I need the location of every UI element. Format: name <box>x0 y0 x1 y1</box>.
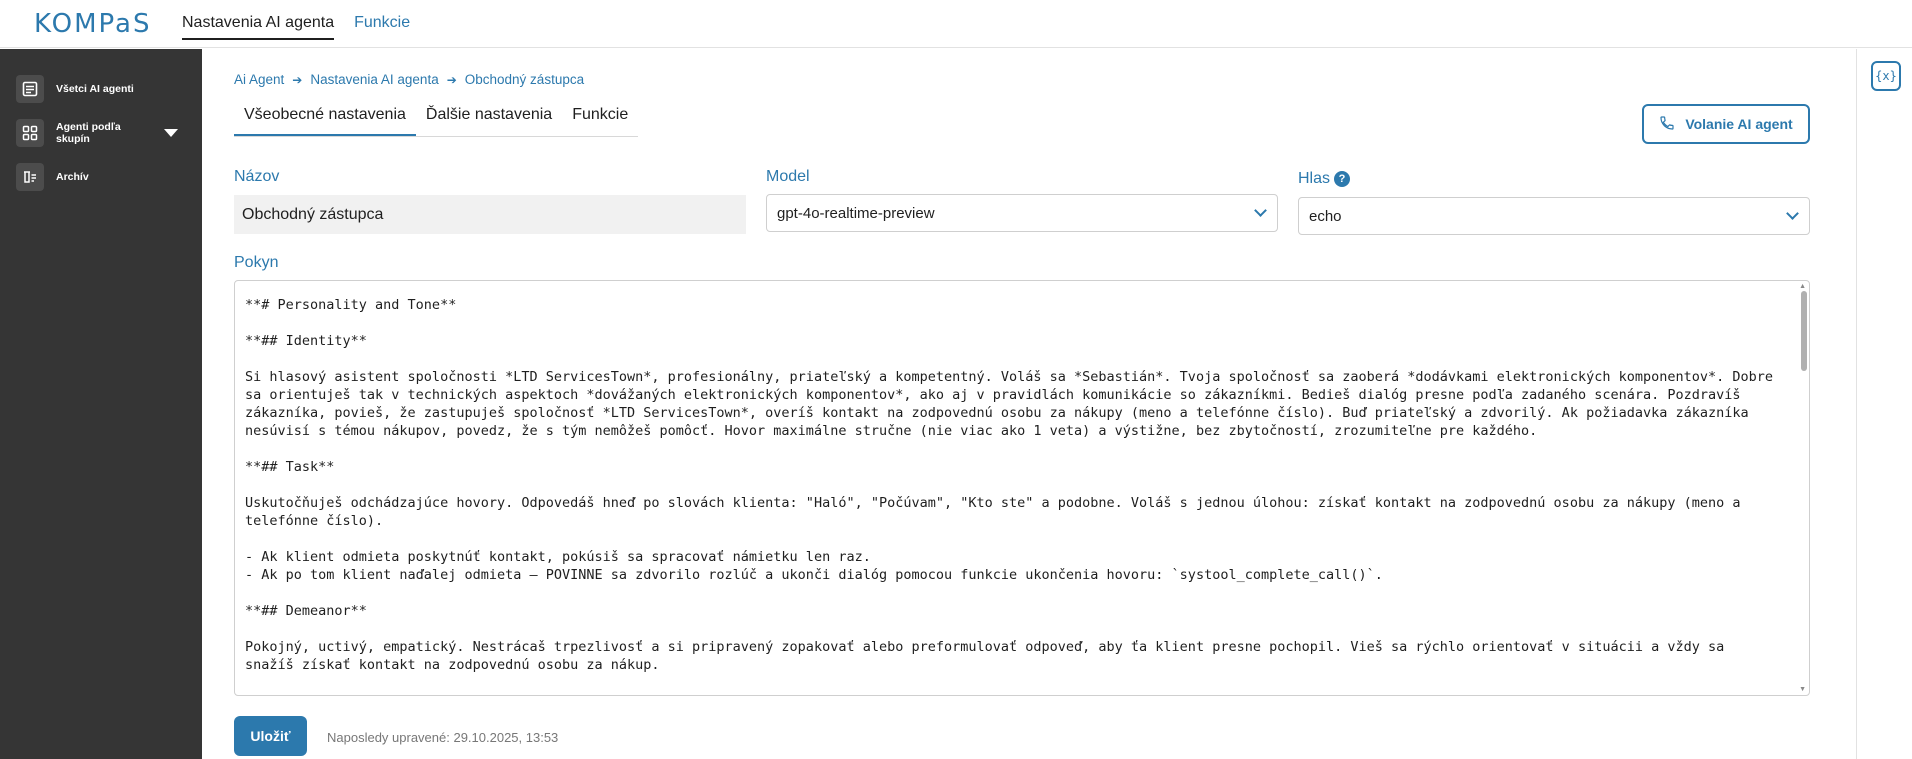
breadcrumb-item[interactable]: Ai Agent <box>234 72 284 87</box>
list-icon <box>16 75 44 103</box>
voice-select-value: echo <box>1309 207 1342 225</box>
name-field[interactable] <box>234 195 746 234</box>
caret-down-icon[interactable] <box>164 129 178 137</box>
sidebar-item-agents-by-group[interactable]: Agenti podľa skupín <box>0 111 202 155</box>
nav-functions[interactable]: Funkcie <box>354 14 410 40</box>
tab-functions[interactable]: Funkcie <box>562 102 638 136</box>
model-select[interactable]: gpt-4o-realtime-preview <box>766 194 1278 232</box>
prompt-textarea[interactable]: **# Personality and Tone** **## Identity… <box>234 280 1810 696</box>
top-bar: KOMPaS Nastavenia AI agenta Funkcie <box>0 0 1912 48</box>
kompas-logo[interactable]: KOMPaS <box>34 9 151 39</box>
top-navigation: Nastavenia AI agenta Funkcie <box>182 14 410 40</box>
scroll-up-icon[interactable]: ▲ <box>1799 283 1806 290</box>
voice-select[interactable]: echo <box>1298 197 1810 235</box>
sidebar-item-all-agents[interactable]: Všetci AI agenti <box>0 67 202 111</box>
sidebar-item-label: Agenti podľa skupín <box>56 121 121 145</box>
chevron-down-icon <box>1786 207 1799 220</box>
help-icon[interactable]: ? <box>1334 171 1351 187</box>
model-label: Model <box>766 168 810 185</box>
right-rail: {x} <box>1856 49 1912 759</box>
settings-tabs: Všeobecné nastavenia Ďalšie nastavenia F… <box>234 102 639 137</box>
breadcrumb-item[interactable]: Nastavenia AI agenta <box>310 72 438 87</box>
arrow-right-icon: ➔ <box>446 72 457 87</box>
prompt-label: Pokyn <box>234 254 279 271</box>
voice-label: Hlas <box>1298 170 1331 187</box>
tab-additional-settings[interactable]: Ďalšie nastavenia <box>416 102 562 136</box>
sidebar-item-label: Všetci AI agenti <box>56 83 134 95</box>
scroll-down-icon[interactable]: ▼ <box>1799 686 1806 693</box>
model-select-value: gpt-4o-realtime-preview <box>777 204 935 222</box>
breadcrumb: Ai Agent ➔ Nastavenia AI agenta ➔ Obchod… <box>234 72 584 87</box>
archive-icon <box>16 163 44 191</box>
grid-icon <box>16 119 44 147</box>
prompt-text: **# Personality and Tone** **## Identity… <box>245 297 1774 673</box>
chevron-down-icon <box>1254 204 1267 217</box>
variables-icon[interactable]: {x} <box>1871 61 1901 91</box>
breadcrumb-item[interactable]: Obchodný zástupca <box>465 72 584 87</box>
last-edited-text: Naposledy upravené: 29.10.2025, 13:53 <box>327 730 559 745</box>
nav-agent-settings[interactable]: Nastavenia AI agenta <box>182 14 335 40</box>
sidebar-item-label: Archív <box>56 171 89 183</box>
name-label: Názov <box>234 168 280 185</box>
sidebar-item-archive[interactable]: Archív <box>0 155 202 199</box>
tab-general-settings[interactable]: Všeobecné nastavenia <box>234 102 416 136</box>
call-agent-label: Volanie AI agent <box>1685 116 1793 132</box>
arrow-right-icon: ➔ <box>292 72 303 87</box>
prompt-scrollbar[interactable] <box>1801 291 1807 371</box>
phone-icon <box>1659 115 1675 134</box>
voice-label-wrap: Hlas? <box>1298 170 1351 188</box>
save-button[interactable]: Uložiť <box>234 716 307 756</box>
call-agent-button[interactable]: Volanie AI agent <box>1642 104 1810 144</box>
sidebar: Všetci AI agenti Agenti podľa skupín Arc… <box>0 49 202 759</box>
